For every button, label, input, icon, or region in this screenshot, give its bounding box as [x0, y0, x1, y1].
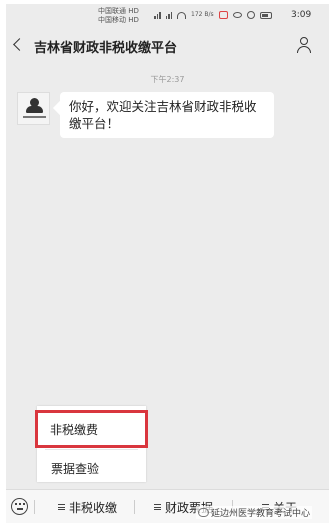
signal-icon [154, 11, 161, 19]
menu-item-label: 票据查验 [51, 462, 100, 476]
popup-menu: 非税缴费 票据查验 [35, 406, 148, 485]
tab-non-tax-collection[interactable]: 非税收缴 [58, 499, 117, 516]
battery-icon [259, 11, 272, 19]
menu-item-label: 非税缴费 [50, 423, 99, 437]
clock: 3:09 [291, 10, 312, 20]
wechat-icon [198, 508, 209, 517]
account-avatar[interactable] [17, 92, 50, 125]
network-speed: 172 B/s [191, 11, 214, 18]
status-icons: 172 B/s [154, 11, 272, 19]
message-timestamp: 下午2:37 [150, 75, 185, 84]
menu-lines-icon [154, 504, 161, 510]
tab-label: 非税收缴 [69, 501, 118, 515]
carrier-2: 中国移动 HD [98, 16, 139, 24]
phone-screen: 中国联通 HD 中国移动 HD 172 B/s 3:09 吉林省财政非税收缴平台… [6, 4, 329, 523]
carrier-1: 中国联通 HD [98, 7, 139, 15]
tab-separator [134, 500, 135, 514]
menu-item-non-tax-payment[interactable]: 非税缴费 [35, 410, 148, 448]
watermark-text: 延边州医学教育考试中心 [211, 509, 311, 519]
keyboard-icon[interactable] [11, 498, 28, 515]
user-profile-icon[interactable] [295, 36, 313, 54]
eye-icon [232, 12, 242, 18]
watermark: 延边州医学教育考试中心 [196, 506, 313, 519]
wifi-icon [177, 11, 186, 19]
signal-icon-2 [165, 11, 172, 19]
status-bar: 中国联通 HD 中国移动 HD 172 B/s 3:09 [6, 4, 329, 26]
title-bar: 吉林省财政非税收缴平台 [6, 28, 329, 62]
back-arrow-icon[interactable] [13, 38, 26, 51]
record-icon [218, 11, 228, 19]
tab-separator [34, 500, 35, 514]
message-bubble: 你好，欢迎关注吉林省财政非税收缴平台！ [60, 92, 274, 138]
page-title: 吉林省财政非税收缴平台 [34, 41, 178, 56]
menu-lines-icon [58, 504, 65, 510]
menu-item-receipt-check[interactable]: 票据查验 [37, 451, 146, 485]
menu-divider [45, 449, 138, 450]
message-text: 你好，欢迎关注吉林省财政非税收缴平台！ [69, 99, 257, 131]
alarm-icon [246, 11, 255, 19]
